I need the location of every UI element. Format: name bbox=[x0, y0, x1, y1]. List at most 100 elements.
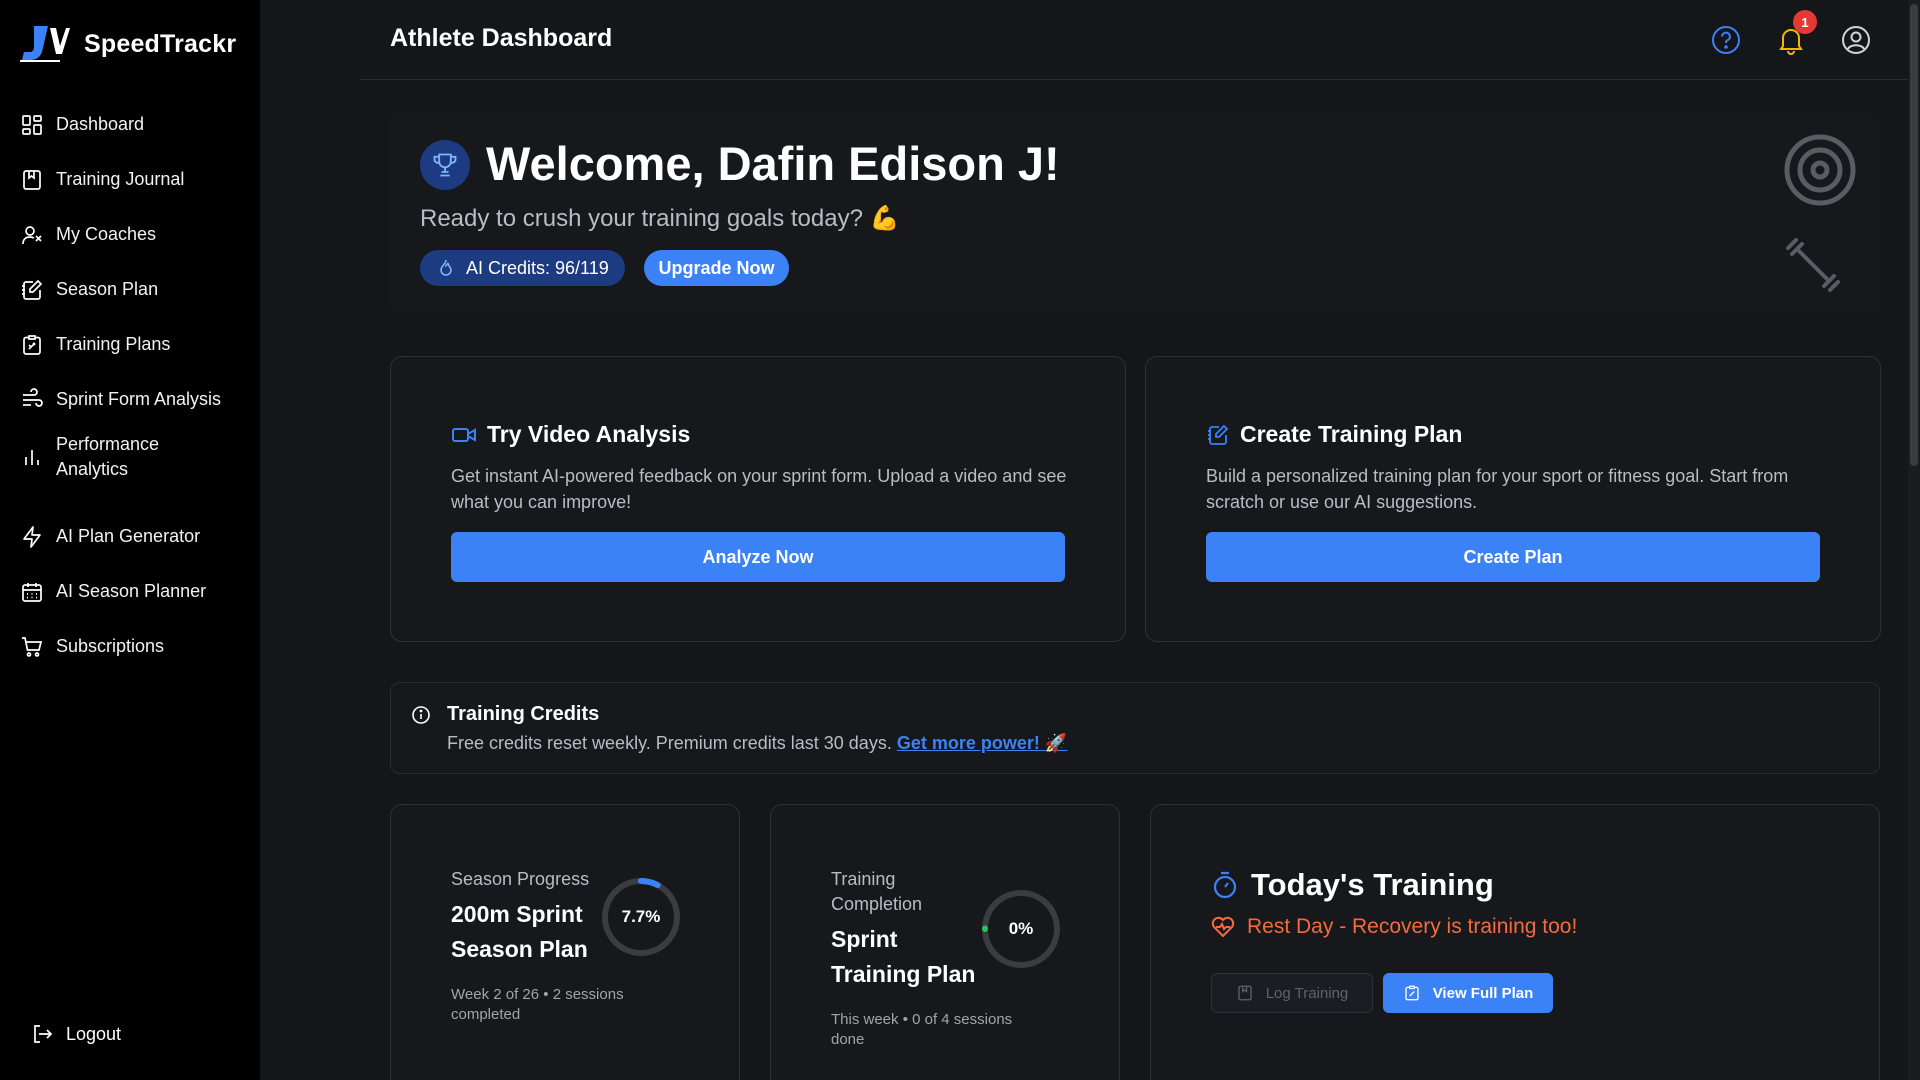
sidebar-item-training-plans[interactable]: Training Plans bbox=[20, 332, 250, 357]
sidebar-item-label: My Coaches bbox=[56, 224, 157, 244]
analyze-now-button[interactable]: Analyze Now bbox=[451, 532, 1065, 582]
edit-plan-icon bbox=[1208, 424, 1229, 445]
season-progress-percent: 7.7% bbox=[621, 907, 661, 926]
welcome-title: Welcome, Dafin Edison J! bbox=[486, 137, 1060, 190]
video-analysis-description: Get instant AI-powered feedback on your … bbox=[451, 466, 1067, 512]
sidebar-item-label: Sprint Form Analysis bbox=[56, 389, 222, 409]
sidebar: SpeedTrackr Dashboard Training Journal M… bbox=[0, 0, 260, 1080]
flame-icon bbox=[440, 259, 452, 276]
sidebar-item-ai-plan-generator[interactable]: AI Plan Generator bbox=[20, 524, 250, 549]
get-more-power-link[interactable]: Get more power! 🚀 bbox=[897, 733, 1067, 753]
brand[interactable]: SpeedTrackr bbox=[20, 24, 236, 64]
sidebar-item-dashboard[interactable]: Dashboard bbox=[20, 112, 250, 137]
view-full-plan-label: View Full Plan bbox=[1432, 984, 1534, 1002]
training-credits-text: Free credits reset weekly. Premium credi… bbox=[447, 733, 1067, 754]
upgrade-now-button[interactable]: Upgrade Now bbox=[644, 250, 789, 286]
welcome-subtitle: Ready to crush your training goals today… bbox=[420, 205, 900, 232]
logout-label: Logout bbox=[66, 1023, 122, 1044]
trophy-badge bbox=[420, 140, 470, 190]
create-plan-description: Build a personalized training plan for y… bbox=[1206, 466, 1789, 512]
sidebar-item-label: AI Plan Generator bbox=[56, 526, 201, 546]
journal-icon bbox=[1238, 985, 1252, 1001]
coaches-icon bbox=[22, 225, 42, 244]
create-plan-button[interactable]: Create Plan bbox=[1206, 532, 1820, 582]
info-icon bbox=[412, 706, 430, 724]
sidebar-item-label: Training Journal bbox=[56, 169, 185, 189]
create-plan-card: Create Training Plan Build a personalize… bbox=[1145, 356, 1881, 642]
logout-icon bbox=[34, 1025, 53, 1043]
sidebar-item-sprint-form-analysis[interactable]: Sprint Form Analysis bbox=[20, 387, 250, 412]
sidebar-item-label: Season Plan bbox=[56, 279, 159, 299]
sidebar-item-season-plan[interactable]: Season Plan bbox=[20, 277, 250, 302]
training-plans-icon bbox=[23, 334, 41, 355]
sidebar-item-performance-analytics[interactable]: Performance Analytics bbox=[20, 432, 250, 482]
cart-icon bbox=[22, 636, 43, 657]
season-plan-name-line2: Season Plan bbox=[451, 936, 588, 962]
season-plan-name-line1: 200m Sprint bbox=[451, 901, 583, 927]
video-analysis-title: Try Video Analysis bbox=[487, 421, 691, 447]
trophy-icon bbox=[433, 153, 457, 177]
training-completion-footnote-line1: This week • 0 of 4 sessions bbox=[831, 1011, 1013, 1028]
todays-training-title: Today's Training bbox=[1251, 867, 1494, 902]
sidebar-item-label: Training Plans bbox=[56, 334, 171, 354]
view-full-plan-button[interactable]: View Full Plan bbox=[1383, 973, 1553, 1013]
sidebar-item-label: Dashboard bbox=[56, 114, 145, 134]
page-scrollbar[interactable] bbox=[1908, 0, 1920, 1080]
ai-credits-text: AI Credits: 96/119 bbox=[466, 257, 609, 278]
sprint-analysis-icon bbox=[23, 387, 43, 407]
page-title: Athlete Dashboard bbox=[390, 24, 613, 52]
training-completion-percent: 0% bbox=[1008, 919, 1034, 938]
rest-day-text: Rest Day - Recovery is training too! bbox=[1247, 915, 1578, 938]
help-icon[interactable] bbox=[1710, 24, 1742, 56]
sidebar-item-training-journal[interactable]: Training Journal bbox=[20, 167, 250, 192]
sidebar-item-subscriptions[interactable]: Subscriptions bbox=[20, 634, 250, 659]
season-progress-card: Season Progress 200m Sprint Season Plan … bbox=[390, 804, 740, 1080]
target-icon bbox=[1784, 134, 1856, 206]
training-credits-title: Training Credits bbox=[447, 703, 600, 725]
training-credits-info: Training Credits Free credits reset week… bbox=[390, 682, 1880, 774]
create-plan-header: Create Training Plan bbox=[1206, 421, 1462, 448]
log-training-button[interactable]: Log Training bbox=[1211, 973, 1373, 1013]
sidebar-item-ai-season-planner[interactable]: AI Season Planner bbox=[20, 579, 250, 604]
dashboard-icon bbox=[22, 114, 42, 135]
logout-button[interactable]: Logout bbox=[30, 1022, 121, 1046]
notification-badge: 1 bbox=[1793, 10, 1817, 34]
training-credits-description: Free credits reset weekly. Premium credi… bbox=[447, 733, 892, 753]
training-completion-label-line2: Completion bbox=[831, 894, 923, 914]
season-progress-footnote-line2: completed bbox=[451, 1006, 521, 1023]
log-training-label: Log Training bbox=[1265, 984, 1349, 1002]
welcome-banner: Welcome, Dafin Edison J! Ready to crush … bbox=[390, 112, 1880, 314]
journal-icon bbox=[23, 169, 41, 190]
sidebar-item-label: Subscriptions bbox=[56, 636, 165, 656]
rest-day-message: Rest Day - Recovery is training too! bbox=[1211, 915, 1577, 939]
sidebar-item-my-coaches[interactable]: My Coaches bbox=[20, 222, 250, 247]
sidebar-item-label: Performance Analytics bbox=[56, 434, 160, 479]
video-camera-icon bbox=[452, 427, 476, 442]
create-plan-title: Create Training Plan bbox=[1240, 421, 1463, 447]
season-plan-icon bbox=[22, 279, 43, 300]
speedtrackr-logo-icon bbox=[20, 26, 70, 62]
training-completion-footnote-line2: done bbox=[831, 1031, 865, 1048]
dumbbell-icon bbox=[1786, 238, 1840, 292]
training-completion-card: Training Completion Sprint Training Plan… bbox=[770, 804, 1120, 1080]
scroll-thumb[interactable] bbox=[1910, 4, 1918, 466]
stopwatch-icon bbox=[1213, 871, 1237, 899]
sidebar-item-label: AI Season Planner bbox=[56, 581, 207, 601]
todays-training-card: Today's Training Rest Day - Recovery is … bbox=[1150, 804, 1880, 1080]
calendar-icon bbox=[22, 582, 42, 602]
ai-credits-badge: AI Credits: 96/119 bbox=[420, 250, 625, 286]
season-progress-footnote-line1: Week 2 of 26 • 2 sessions bbox=[451, 986, 624, 1003]
heart-pulse-icon bbox=[1211, 916, 1235, 938]
training-plan-name-line1: Sprint bbox=[831, 926, 898, 952]
brand-name: SpeedTrackr bbox=[84, 29, 237, 58]
todays-training-header: Today's Training bbox=[1211, 867, 1494, 903]
training-completion-label-line1: Training bbox=[831, 869, 896, 889]
season-progress-label: Season Progress bbox=[451, 869, 590, 889]
top-header: Athlete Dashboard 1 bbox=[360, 0, 1908, 80]
training-plans-icon bbox=[1405, 985, 1419, 1001]
lightning-icon bbox=[23, 525, 41, 548]
user-account-icon[interactable] bbox=[1840, 24, 1872, 56]
training-plan-name-line2: Training Plan bbox=[831, 961, 976, 987]
video-analysis-card: Try Video Analysis Get instant AI-powere… bbox=[390, 356, 1126, 642]
video-analysis-header: Try Video Analysis bbox=[451, 421, 690, 448]
